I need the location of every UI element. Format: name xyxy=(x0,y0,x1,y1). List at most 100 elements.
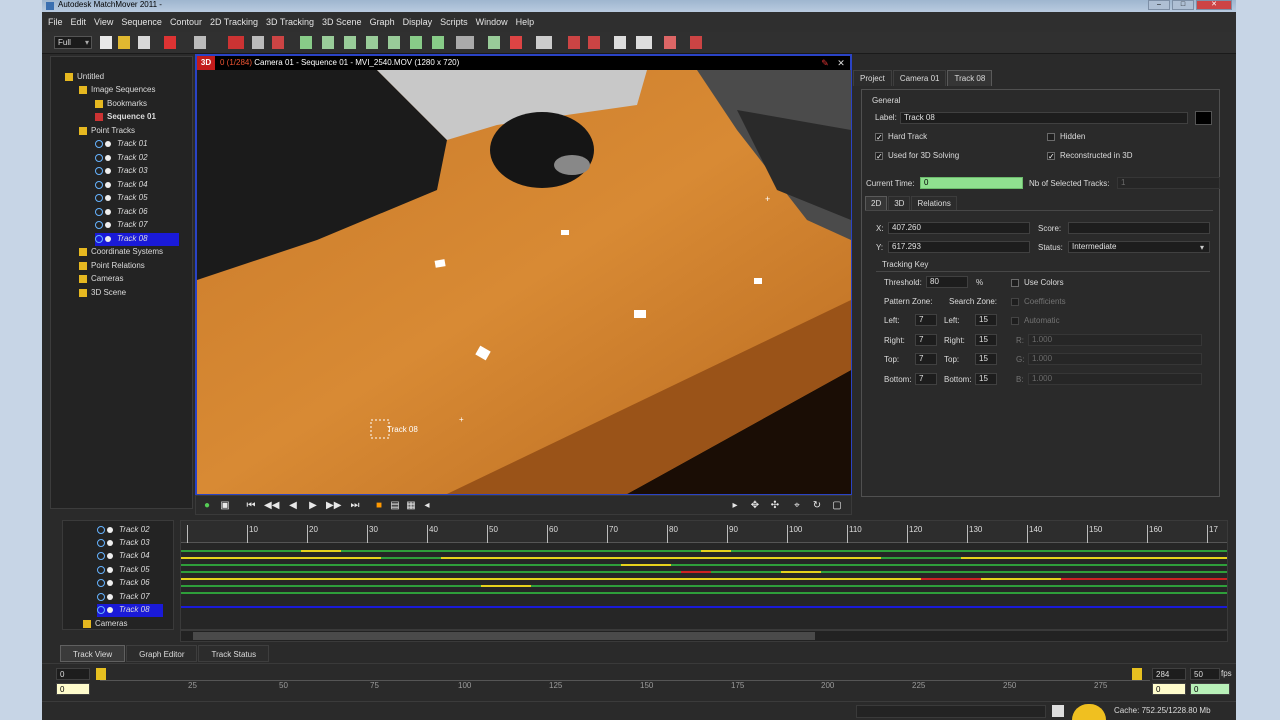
last-frame-icon[interactable]: ⏭ xyxy=(348,499,362,512)
tree-track[interactable]: Track 04 xyxy=(95,179,148,192)
timeline-cameras[interactable]: Cameras xyxy=(83,618,127,629)
maximize-view-icon[interactable]: ▢ xyxy=(830,499,844,512)
range-start-current-field[interactable]: 0 xyxy=(56,683,90,695)
track-strip-icon[interactable] xyxy=(228,36,244,49)
track-tool-icon[interactable] xyxy=(272,36,284,49)
fps-current-field[interactable]: 0 xyxy=(1190,683,1230,695)
pin-icon[interactable]: ✎ xyxy=(819,57,831,69)
timeline-track[interactable]: Track 07 xyxy=(97,591,150,604)
magnet-icon[interactable] xyxy=(194,36,206,49)
timeline-track[interactable]: Track 03 xyxy=(97,537,150,550)
range-start-field[interactable]: 0 xyxy=(56,668,90,680)
search-top-field[interactable]: 15 xyxy=(975,353,997,365)
tree-sequence[interactable]: Sequence 01 xyxy=(95,111,156,124)
tree-image-sequences[interactable]: Image Sequences xyxy=(79,84,156,97)
search-left-field[interactable]: 15 xyxy=(975,314,997,326)
auto-track-icon[interactable] xyxy=(410,36,422,49)
label-field[interactable]: Track 08 xyxy=(900,112,1188,124)
tree-track[interactable]: Track 03 xyxy=(95,165,148,178)
edit-icon[interactable] xyxy=(1052,705,1064,717)
menu-display[interactable]: Display xyxy=(403,17,433,27)
track-step-icon[interactable] xyxy=(388,36,400,49)
layout-icon[interactable] xyxy=(614,36,626,49)
range-end-field[interactable]: 284 xyxy=(1152,668,1186,680)
timeline-track[interactable]: Track 02 xyxy=(97,524,150,537)
menu-window[interactable]: Window xyxy=(476,17,508,27)
y-field[interactable]: 617.293 xyxy=(888,241,1030,253)
menu-3d-scene[interactable]: 3D Scene xyxy=(322,17,362,27)
scroll-left-icon[interactable]: ◂ xyxy=(420,499,434,512)
zoom-select[interactable]: Full xyxy=(54,36,92,49)
tab-track[interactable]: Track 08 xyxy=(947,70,993,86)
camera-solve-icon[interactable] xyxy=(488,36,500,49)
timeline-track-selected[interactable]: Track 08 xyxy=(97,604,163,617)
menu-help[interactable]: Help xyxy=(516,17,535,27)
pattern-left-field[interactable]: 7 xyxy=(915,314,937,326)
menu-contour[interactable]: Contour xyxy=(170,17,202,27)
globe-icon[interactable]: ● xyxy=(200,499,214,512)
threshold-field[interactable]: 80 xyxy=(926,276,968,288)
open-folder-icon[interactable] xyxy=(118,36,130,49)
range-end-handle-icon[interactable] xyxy=(1132,668,1142,680)
timeline-track[interactable]: Track 04 xyxy=(97,550,150,563)
chevron-down-icon[interactable]: ▾ xyxy=(1200,242,1204,254)
tree-root[interactable]: Untitled xyxy=(65,71,104,84)
x-field[interactable]: 407.260 xyxy=(888,222,1030,234)
menu-scripts[interactable]: Scripts xyxy=(440,17,468,27)
track-backward-icon[interactable] xyxy=(344,36,356,49)
menu-edit[interactable]: Edit xyxy=(71,17,87,27)
timeline-scroll-thumb[interactable] xyxy=(193,632,815,640)
tab-project[interactable]: Project xyxy=(853,70,892,86)
prev-key-icon[interactable]: ◀◀ xyxy=(264,499,279,512)
use-colors-checkbox[interactable] xyxy=(1011,279,1019,287)
panel-layout-icon[interactable] xyxy=(636,36,652,49)
camera-icon[interactable]: ▣ xyxy=(218,499,232,512)
tree-point-tracks[interactable]: Point Tracks xyxy=(79,125,135,138)
range-start-handle-icon[interactable] xyxy=(96,668,106,680)
tree-track[interactable]: Track 06 xyxy=(95,206,148,219)
tab-track-view[interactable]: Track View xyxy=(60,645,126,662)
next-frame-icon[interactable]: ▶▶ xyxy=(326,499,341,512)
display-mode-icon[interactable]: ▤ xyxy=(388,499,402,512)
pattern-bottom-field[interactable]: 7 xyxy=(915,373,937,385)
timeline-area[interactable]: 10 20 30 40 50 60 70 80 90 100 110 120 1… xyxy=(180,520,1228,630)
menu-2d-tracking[interactable]: 2D Tracking xyxy=(210,17,258,27)
tree-track[interactable]: Track 02 xyxy=(95,152,148,165)
range-track[interactable] xyxy=(100,680,1150,681)
new-file-icon[interactable] xyxy=(100,36,112,49)
current-time-field[interactable]: 0 xyxy=(920,177,1023,189)
subtab-3d[interactable]: 3D xyxy=(888,196,911,210)
timeline-track[interactable]: Track 05 xyxy=(97,564,150,577)
tab-camera[interactable]: Camera 01 xyxy=(892,70,947,86)
hidden-checkbox[interactable] xyxy=(1047,133,1055,141)
solve-icon[interactable] xyxy=(456,36,474,49)
delete-track-icon[interactable] xyxy=(588,36,600,49)
render-icon[interactable] xyxy=(664,36,676,49)
menu-file[interactable]: File xyxy=(48,17,63,27)
timeline-ruler[interactable]: 10 20 30 40 50 60 70 80 90 100 110 120 1… xyxy=(181,521,1227,543)
tree-track[interactable]: Track 07 xyxy=(95,219,148,232)
tree-track-selected[interactable]: Track 08 xyxy=(95,233,179,246)
subtab-2d[interactable]: 2D xyxy=(865,196,888,210)
subtab-relations[interactable]: Relations xyxy=(911,196,957,210)
first-frame-icon[interactable]: ⏮ xyxy=(244,499,258,512)
minimize-icon[interactable]: – xyxy=(1148,0,1170,10)
paint-tool-icon[interactable] xyxy=(164,36,176,49)
tree-track[interactable]: Track 05 xyxy=(95,192,148,205)
viewport-image[interactable]: + + Track 08 xyxy=(197,70,851,494)
coordinate-icon[interactable] xyxy=(568,36,580,49)
save-icon[interactable] xyxy=(138,36,150,49)
help-cursor-icon[interactable] xyxy=(690,36,702,49)
tab-track-status[interactable]: Track Status xyxy=(198,645,270,662)
track-both-icon[interactable] xyxy=(366,36,378,49)
refine-track-icon[interactable] xyxy=(432,36,444,49)
close-icon[interactable]: ✕ xyxy=(1196,0,1232,10)
tab-graph-editor[interactable]: Graph Editor xyxy=(126,645,198,662)
tree-coordinate-systems[interactable]: Coordinate Systems xyxy=(79,246,163,259)
loop-icon[interactable]: ■ xyxy=(372,499,386,512)
range-end-current-field[interactable]: 0 xyxy=(1152,683,1186,695)
pan-icon[interactable]: ✣ xyxy=(768,499,782,512)
play-icon[interactable]: ▶ xyxy=(306,499,320,512)
menu-graph[interactable]: Graph xyxy=(370,17,395,27)
timeline-track-bar-selected[interactable] xyxy=(181,601,1227,613)
